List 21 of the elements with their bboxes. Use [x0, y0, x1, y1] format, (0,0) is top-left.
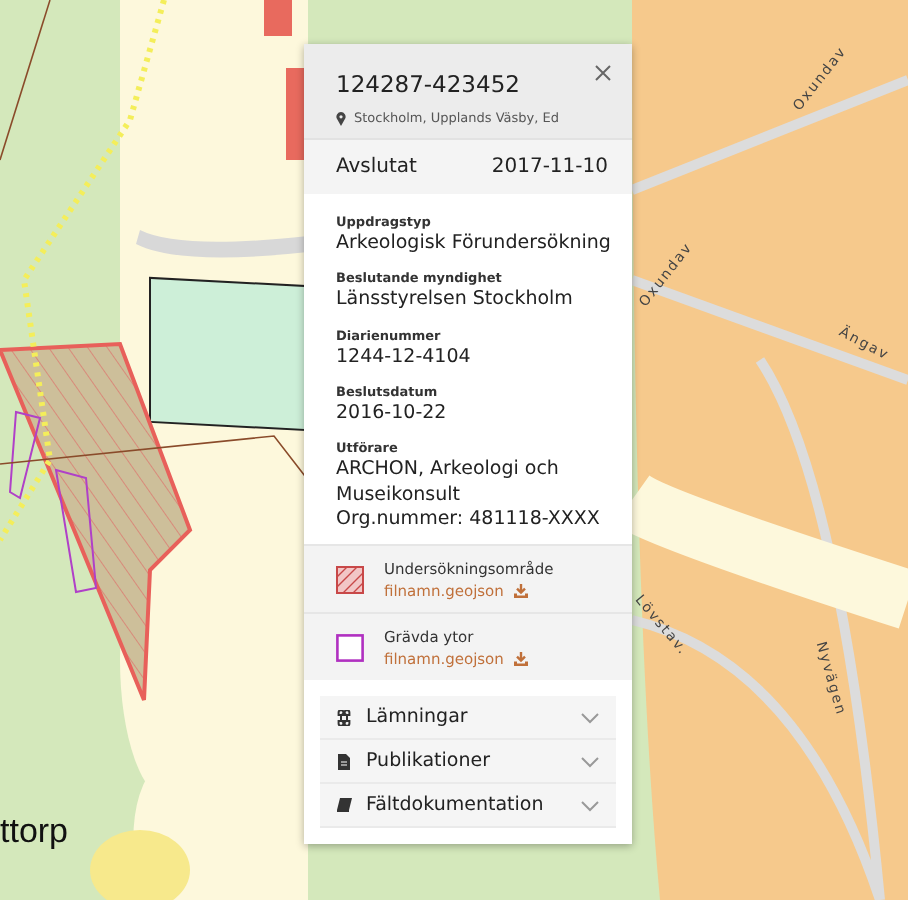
close-icon[interactable]: [594, 64, 612, 82]
field-value: Arkeologisk Förundersökning: [336, 232, 612, 257]
document-icon: [336, 753, 352, 770]
status-date: 2017-11-10: [491, 156, 608, 178]
location-pin-icon: [336, 111, 346, 125]
outline-area-swatch: [336, 634, 364, 663]
command-key-icon: [336, 709, 352, 726]
field-value: 1244-12-4104: [336, 345, 473, 371]
hatched-area-swatch: [336, 566, 364, 595]
field-value: 2016-10-22: [336, 402, 449, 427]
accordion-section[interactable]: Publikationer: [320, 740, 616, 785]
place-name: ttorp: [0, 812, 69, 852]
book-icon: [336, 797, 352, 814]
accordion-section[interactable]: Lämningar: [320, 696, 616, 741]
field-value: ARCHON, Arkeologi och Museikonsult Org.nummer: 481118-XXXX: [336, 458, 602, 533]
download-icon[interactable]: [513, 652, 528, 667]
status-text: Avslutat: [336, 156, 417, 178]
panel-title: 124287-423452: [336, 70, 520, 98]
field-value: Länsstyrelsen Stockholm: [336, 288, 575, 314]
accordion-section[interactable]: Fältdokumentation: [320, 784, 616, 829]
download-icon[interactable]: [513, 584, 528, 599]
